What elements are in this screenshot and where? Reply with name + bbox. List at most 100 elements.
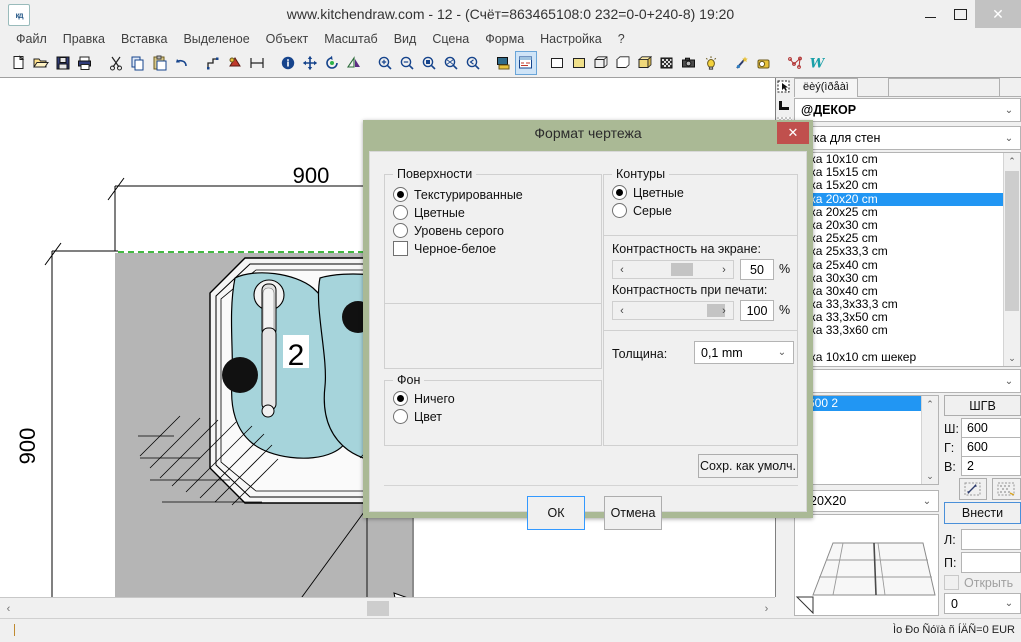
variant-select[interactable]: ⌄ (794, 369, 1021, 393)
insert-button[interactable]: Внести (944, 502, 1021, 524)
hscroll-thumb[interactable] (367, 601, 389, 616)
wall-step-icon[interactable] (202, 51, 224, 75)
surfaces-checkbox-bw[interactable]: Черное-белое (393, 241, 523, 256)
screen-contrast-left-arrow[interactable]: ‹ (613, 261, 631, 278)
list-item[interactable]: итка 30x40 cm (795, 285, 1003, 298)
open-checkbox[interactable]: Открыть (944, 575, 1013, 590)
camera-icon[interactable] (678, 51, 700, 75)
tab-empty[interactable] (888, 78, 1000, 96)
list-item[interactable]: итка 10x10 cm (795, 153, 1003, 166)
drawing-format-icon[interactable] (515, 51, 537, 75)
list-item[interactable]: итка 33,3x50 cm (795, 311, 1003, 324)
mirror-icon[interactable] (343, 51, 365, 75)
zoom-fit-icon[interactable] (440, 51, 462, 75)
list-item[interactable]: итка 20x30 cm (795, 219, 1003, 232)
print-contrast-value[interactable]: 100 (740, 300, 774, 321)
category-select[interactable]: итка для стен ⌄ (794, 126, 1021, 150)
list-item[interactable]: итка 33,3x33,3 cm (795, 298, 1003, 311)
view-solid-icon[interactable] (634, 51, 656, 75)
print-icon[interactable] (74, 51, 96, 75)
menu-item-insert[interactable]: Вставка (113, 30, 175, 48)
list-item[interactable] (795, 338, 1003, 351)
open-folder-icon[interactable] (30, 51, 52, 75)
menu-item-selected[interactable]: Выделеное (175, 30, 257, 48)
size-list-scrollbar[interactable]: ⌃ ⌄ (921, 396, 938, 484)
hscroll-right-arrow[interactable]: › (758, 599, 775, 618)
menu-item-view[interactable]: Вид (386, 30, 425, 48)
screen-contrast-slider[interactable]: ‹ › (612, 260, 734, 279)
menu-item-scene[interactable]: Сцена (424, 30, 477, 48)
print-contrast-right-arrow[interactable]: › (715, 302, 733, 319)
rotate-icon[interactable] (321, 51, 343, 75)
corner-shape-icon[interactable] (776, 97, 793, 116)
thickness-select[interactable]: 0,1 mm ⌄ (694, 341, 794, 364)
shgv-button[interactable]: ШГВ (944, 395, 1021, 416)
zoom-out-icon[interactable] (396, 51, 418, 75)
list-item[interactable]: итка 30x30 cm (795, 272, 1003, 285)
list-scroll-thumb[interactable] (1005, 171, 1019, 311)
zoom-previous-icon[interactable] (462, 51, 484, 75)
menu-item-scale[interactable]: Масштаб (316, 30, 385, 48)
height-input[interactable]: 2 (961, 456, 1021, 476)
canvas-hscrollbar[interactable]: ‹ › (0, 597, 775, 619)
screen-contrast-right-arrow[interactable]: › (715, 261, 733, 278)
hscroll-left-arrow[interactable]: ‹ (0, 599, 17, 618)
list-item[interactable]: итка 25x33,3 cm (795, 245, 1003, 258)
close-button[interactable]: ✕ (975, 0, 1021, 28)
tape-measure-icon[interactable] (753, 51, 775, 75)
ok-button[interactable]: ОК (527, 496, 585, 530)
list-item[interactable]: итка 20x25 cm (795, 206, 1003, 219)
maximize-button[interactable] (945, 0, 975, 28)
list-item[interactable]: итка 20x20 cm (795, 192, 1003, 206)
contours-radio-colored[interactable]: Цветные (612, 185, 684, 200)
scale-free-icon[interactable] (959, 478, 987, 500)
menu-item-file[interactable]: Файл (8, 30, 55, 48)
save-disk-icon[interactable] (52, 51, 74, 75)
catalog-select[interactable]: @ДЕКОР ⌄ (794, 98, 1021, 122)
paste-clipboard-icon[interactable] (149, 51, 171, 75)
decor-icon[interactable] (224, 51, 246, 75)
number-select[interactable]: 0 ⌄ (944, 593, 1021, 614)
list-item[interactable]: итка 25x40 cm (795, 259, 1003, 272)
size-row-selected[interactable]: 0 600 2 (795, 396, 926, 411)
minimize-button[interactable] (915, 0, 945, 28)
texture-pick-icon[interactable] (992, 478, 1021, 500)
light-bulb-icon[interactable] (700, 51, 722, 75)
cancel-button[interactable]: Отмена (604, 496, 662, 530)
view-textured-icon[interactable] (656, 51, 678, 75)
background-radio-color[interactable]: Цвет (393, 409, 455, 424)
screen-contrast-thumb[interactable] (671, 263, 693, 276)
move-arrows-icon[interactable] (299, 51, 321, 75)
contours-radio-gray[interactable]: Серые (612, 203, 684, 218)
undo-arrow-icon[interactable] (171, 51, 193, 75)
cut-scissors-icon[interactable] (105, 51, 127, 75)
tab-catalog[interactable]: ëèý(ìðåàì (794, 78, 858, 97)
print-contrast-left-arrow[interactable]: ‹ (613, 302, 631, 319)
list-scroll-up-arrow[interactable]: ⌃ (1004, 153, 1020, 169)
view-wireframe-icon[interactable] (590, 51, 612, 75)
zoom-window-icon[interactable] (418, 51, 440, 75)
product-listbox[interactable]: итка 10x10 cm итка 15x15 cm итка 15x20 cm и… (794, 152, 1021, 367)
web-w-icon[interactable]: W (806, 51, 828, 75)
save-as-default-button[interactable]: Сохр. как умолч. (698, 454, 798, 478)
menu-item-object[interactable]: Объект (258, 30, 317, 48)
size-scroll-down-arrow[interactable]: ⌄ (922, 468, 938, 484)
screen-contrast-value[interactable]: 50 (740, 259, 774, 280)
list-item[interactable]: итка 10x10 cm шекер (795, 351, 1003, 364)
size-listbox[interactable]: 0 600 2 ⌃ ⌄ (794, 395, 939, 485)
model-select[interactable]: R20X20 ⌄ (794, 490, 939, 512)
measure-span-icon[interactable] (246, 51, 268, 75)
view-plan-white-icon[interactable] (546, 51, 568, 75)
view-hidden-icon[interactable] (612, 51, 634, 75)
surfaces-radio-textured[interactable]: Текстурированные (393, 187, 523, 202)
background-radio-none[interactable]: Ничего (393, 391, 455, 406)
new-file-icon[interactable] (8, 51, 30, 75)
menu-item-edit[interactable]: Правка (55, 30, 113, 48)
product-list-scrollbar[interactable]: ⌃ ⌄ (1003, 153, 1020, 366)
zoom-in-icon[interactable] (374, 51, 396, 75)
info-circle-icon[interactable] (277, 51, 299, 75)
print-contrast-slider[interactable]: ‹ › (612, 301, 734, 320)
magic-wand-icon[interactable] (731, 51, 753, 75)
view-plan-yellow-icon[interactable] (568, 51, 590, 75)
list-item[interactable]: итка 33,3x60 cm (795, 324, 1003, 337)
